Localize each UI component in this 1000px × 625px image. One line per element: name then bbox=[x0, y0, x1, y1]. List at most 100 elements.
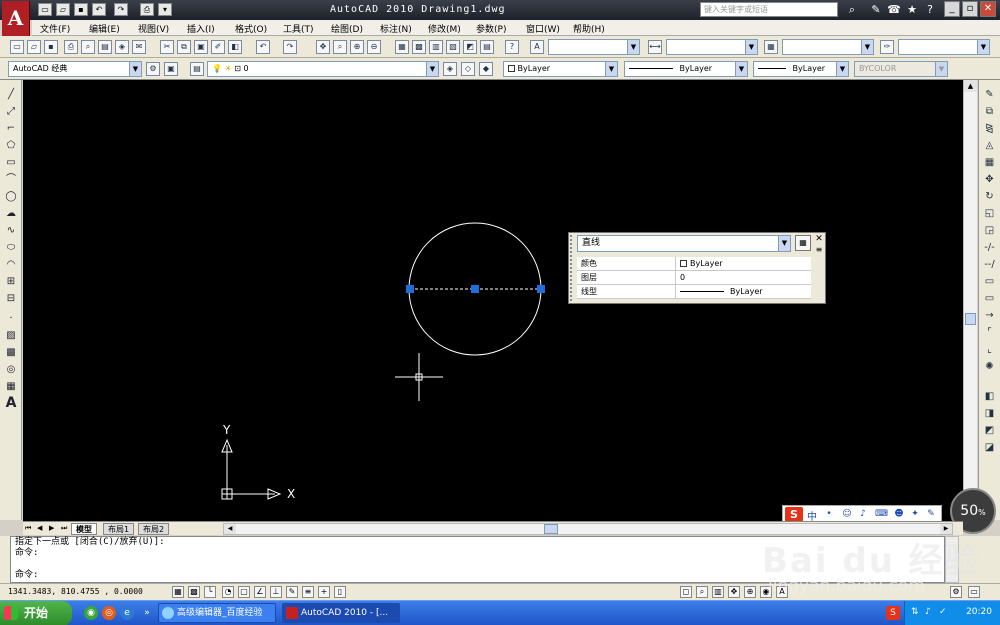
volume-icon[interactable]: ♪ bbox=[925, 607, 931, 617]
chamfer-icon[interactable]: ⌜ bbox=[982, 326, 997, 339]
mirror-icon[interactable]: ⧎ bbox=[982, 122, 997, 135]
status-zoom-window-icon[interactable]: ⊕ bbox=[744, 586, 756, 598]
menu-insert[interactable]: 插入(I) bbox=[187, 22, 215, 35]
draworder-icon[interactable]: ◧ bbox=[982, 390, 997, 403]
network-icon[interactable]: ⇅ bbox=[911, 607, 919, 617]
menu-dimension[interactable]: 标注(N) bbox=[380, 22, 412, 35]
rotate-icon[interactable]: ↻ bbox=[982, 190, 997, 203]
save-icon[interactable]: ▪ bbox=[74, 3, 88, 16]
help-icon[interactable]: ? bbox=[922, 2, 938, 17]
layer-combo[interactable]: 💡 ☀ ⊡ 0 ▼ bbox=[207, 61, 439, 77]
layer-previous-icon[interactable]: ◇ bbox=[461, 62, 475, 76]
scroll-thumb[interactable] bbox=[965, 313, 976, 325]
explode-icon[interactable]: ✺ bbox=[982, 360, 997, 373]
user-icon[interactable]: ☻ bbox=[893, 508, 905, 520]
send-under-icon[interactable]: ◩ bbox=[982, 424, 997, 437]
save-file-icon[interactable]: ▪ bbox=[44, 40, 58, 54]
properties-icon[interactable]: ▦ bbox=[395, 40, 409, 54]
object-snap-tracking-icon[interactable]: ∠ bbox=[254, 586, 266, 598]
props-row-color[interactable]: 颜色 ByLayer bbox=[577, 257, 811, 271]
workspace-lock-icon[interactable]: ▣ bbox=[164, 62, 178, 76]
punctuation-icon[interactable]: • bbox=[823, 508, 835, 520]
copy-icon[interactable]: ⧉ bbox=[177, 40, 191, 54]
fillet-icon[interactable]: ⌞ bbox=[982, 343, 997, 356]
revision-cloud-icon[interactable]: ☁ bbox=[4, 207, 18, 220]
match-properties-icon[interactable]: ✐ bbox=[211, 40, 225, 54]
status-pan-icon[interactable]: ✥ bbox=[728, 586, 740, 598]
scale-icon[interactable]: ◱ bbox=[982, 207, 997, 220]
keyboard-icon[interactable]: ⌨ bbox=[875, 508, 888, 520]
sogou-ime-logo-icon[interactable]: S bbox=[785, 507, 803, 522]
snap-mode-icon[interactable]: ▦ bbox=[172, 586, 184, 598]
open-file-icon[interactable]: ▱ bbox=[27, 40, 41, 54]
hatch-icon[interactable]: ▨ bbox=[4, 329, 18, 342]
menu-view[interactable]: 视图(V) bbox=[138, 22, 169, 35]
array-icon[interactable]: ▦ bbox=[982, 156, 997, 169]
start-button[interactable]: 开始 bbox=[0, 601, 72, 625]
tab-nav-next-icon[interactable]: ▶ bbox=[49, 524, 54, 532]
communication-center-icon[interactable]: ☎ bbox=[886, 2, 902, 17]
props-row-layer[interactable]: 图层 0 bbox=[577, 271, 811, 285]
move-icon[interactable]: ✥ bbox=[982, 173, 997, 186]
dynamic-input-icon[interactable]: ✎ bbox=[286, 586, 298, 598]
application-menu-button[interactable]: A bbox=[2, 1, 30, 37]
quicklaunch-browser-icon[interactable]: ◎ bbox=[102, 606, 116, 620]
undo-toolbar-icon[interactable]: ↶ bbox=[256, 40, 270, 54]
menu-file[interactable]: 文件(F) bbox=[40, 22, 70, 35]
quickcalc-icon[interactable]: ▤ bbox=[480, 40, 494, 54]
multiline-text-icon[interactable]: A bbox=[4, 396, 18, 410]
linetype-combo[interactable]: ByLayer ▼ bbox=[624, 61, 748, 77]
grip-end[interactable] bbox=[537, 285, 545, 293]
ellipse-arc-icon[interactable]: ◠ bbox=[4, 258, 18, 271]
tab-layout1[interactable]: 布局1 bbox=[103, 523, 135, 535]
grip-start[interactable] bbox=[406, 285, 414, 293]
maximize-button[interactable]: ▫ bbox=[962, 1, 978, 17]
grid-display-icon[interactable]: ▩ bbox=[188, 586, 200, 598]
text-style-combo[interactable]: ▼ bbox=[548, 39, 640, 55]
ellipse-icon[interactable]: ⬭ bbox=[4, 241, 18, 254]
undo-icon[interactable]: ↶ bbox=[92, 3, 106, 16]
tab-nav-last-icon[interactable]: ⏭ bbox=[61, 524, 67, 533]
panel-menu-icon[interactable]: ≡ bbox=[814, 245, 824, 255]
minimize-button[interactable]: _ bbox=[944, 1, 960, 17]
bring-front-icon[interactable]: ◪ bbox=[982, 441, 997, 454]
stretch-icon[interactable]: ◲ bbox=[982, 224, 997, 237]
publish-icon[interactable]: ▤ bbox=[98, 40, 112, 54]
make-layer-current-icon[interactable]: ◈ bbox=[443, 62, 457, 76]
ime-tools-icon[interactable]: ✎ bbox=[925, 508, 937, 520]
3d-dwf-icon[interactable]: ◈ bbox=[115, 40, 129, 54]
circle-icon[interactable]: ◯ bbox=[4, 190, 18, 203]
help-toolbar-icon[interactable]: ? bbox=[505, 40, 519, 54]
polyline-icon[interactable]: ⌐ bbox=[4, 122, 18, 135]
command-grip[interactable] bbox=[0, 536, 10, 583]
tab-nav-first-icon[interactable]: ⏮ bbox=[25, 524, 31, 533]
table-icon[interactable]: ▦ bbox=[4, 380, 18, 393]
dynamic-ucs-icon[interactable]: ⊥ bbox=[270, 586, 282, 598]
props-row-linetype[interactable]: 线型 ByLayer bbox=[577, 285, 811, 299]
break-icon[interactable]: ▭ bbox=[982, 292, 997, 305]
zoom-realtime-icon[interactable]: ⌕ bbox=[333, 40, 347, 54]
dim-style-combo[interactable]: ▼ bbox=[666, 39, 758, 55]
tab-model[interactable]: 模型 bbox=[71, 523, 97, 535]
tray-sogou-icon[interactable]: S bbox=[886, 606, 900, 620]
panel-grip[interactable] bbox=[570, 235, 575, 301]
new-file-icon[interactable]: ▭ bbox=[10, 40, 24, 54]
cursor-coordinates[interactable]: 1341.3483, 810.4755 , 0.0000 bbox=[8, 587, 143, 596]
markup-icon[interactable]: ◩ bbox=[463, 40, 477, 54]
model-space-icon[interactable]: ▯ bbox=[334, 586, 346, 598]
redo-toolbar-icon[interactable]: ↷ bbox=[283, 40, 297, 54]
multileader-style-icon[interactable]: ✑ bbox=[880, 40, 894, 54]
line-icon[interactable]: ╱ bbox=[4, 88, 18, 101]
layer-properties-icon[interactable]: ▤ bbox=[190, 62, 204, 76]
vertical-scrollbar[interactable]: ▲ ▼ bbox=[963, 80, 977, 520]
multileader-style-combo[interactable]: ▼ bbox=[898, 39, 990, 55]
skin-icon[interactable]: ✦ bbox=[909, 508, 921, 520]
workspace-settings-icon[interactable]: ⚙ bbox=[146, 62, 160, 76]
erase-icon[interactable]: ✎ bbox=[982, 88, 997, 101]
gradient-icon[interactable]: ▩ bbox=[4, 346, 18, 359]
status-zoom-icon[interactable]: ⌕ bbox=[696, 586, 708, 598]
paste-icon[interactable]: ▣ bbox=[194, 40, 208, 54]
tools-icon[interactable]: ✎ bbox=[868, 2, 884, 17]
open-icon[interactable]: ▱ bbox=[56, 3, 70, 16]
menu-draw[interactable]: 绘图(D) bbox=[331, 22, 363, 35]
